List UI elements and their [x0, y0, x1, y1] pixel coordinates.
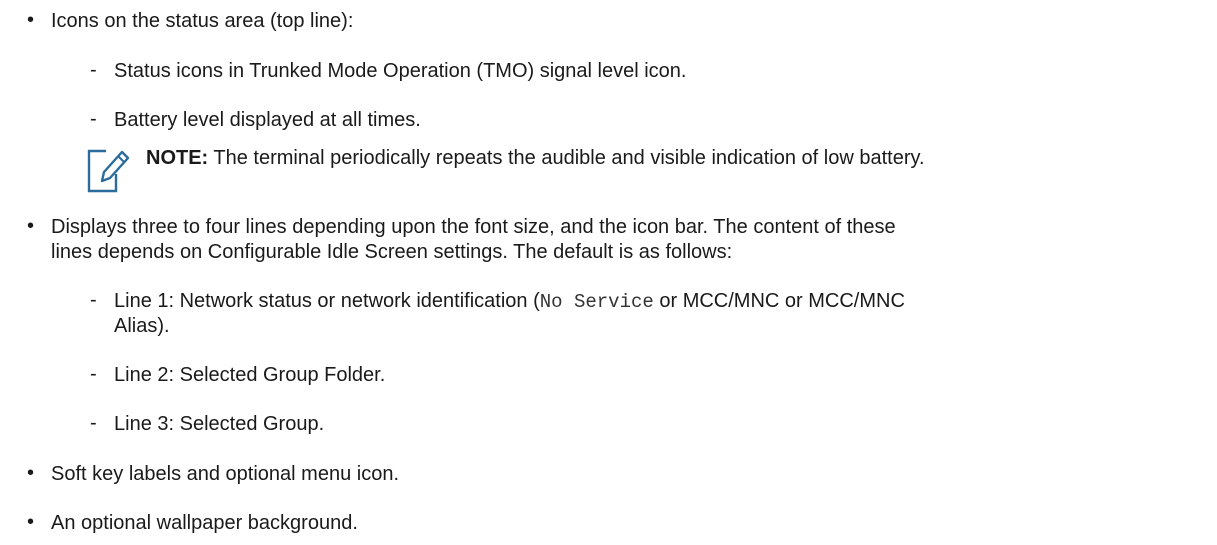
list-item-soft-keys: Soft key labels and optional menu icon.	[51, 463, 399, 485]
note-body: The terminal periodically repeats the au…	[208, 147, 925, 169]
no-service-code: No Service	[539, 291, 654, 313]
line1-suffix: or MCC/MNC or MCC/MNC	[653, 290, 905, 312]
bullet-glyph: •	[27, 9, 35, 31]
dash-glyph: -	[90, 59, 97, 81]
list-item-line1-network: Line 1: Network status or network identi…	[114, 289, 905, 314]
list-item-line2-folder: Line 2: Selected Group Folder.	[114, 364, 386, 386]
note-pencil-icon	[87, 149, 130, 193]
list-item-battery-level: Battery level displayed at all times.	[114, 109, 421, 131]
list-item-status-area: Icons on the status area (top line):	[51, 10, 354, 32]
note-label: NOTE:	[146, 147, 209, 169]
bullet-glyph: •	[27, 511, 35, 533]
dash-glyph: -	[90, 108, 97, 130]
list-item-line1-alias: Alias).	[114, 315, 170, 337]
list-item-displays-line2: lines depends on Configurable Idle Scree…	[51, 241, 733, 263]
dash-glyph: -	[90, 363, 97, 385]
list-item-wallpaper: An optional wallpaper background.	[51, 512, 358, 534]
list-item-line3-group: Line 3: Selected Group.	[114, 413, 325, 435]
list-item-displays-line1: Displays three to four lines depending u…	[51, 216, 896, 238]
bullet-glyph: •	[27, 462, 35, 484]
note-text: NOTE: The terminal periodically repeats …	[146, 146, 925, 170]
dash-glyph: -	[90, 412, 97, 434]
line1-prefix: Line 1: Network status or network identi…	[114, 290, 540, 312]
bullet-glyph: •	[27, 215, 35, 237]
dash-glyph: -	[90, 289, 97, 311]
list-item-status-icons: Status icons in Trunked Mode Operation (…	[114, 60, 687, 82]
